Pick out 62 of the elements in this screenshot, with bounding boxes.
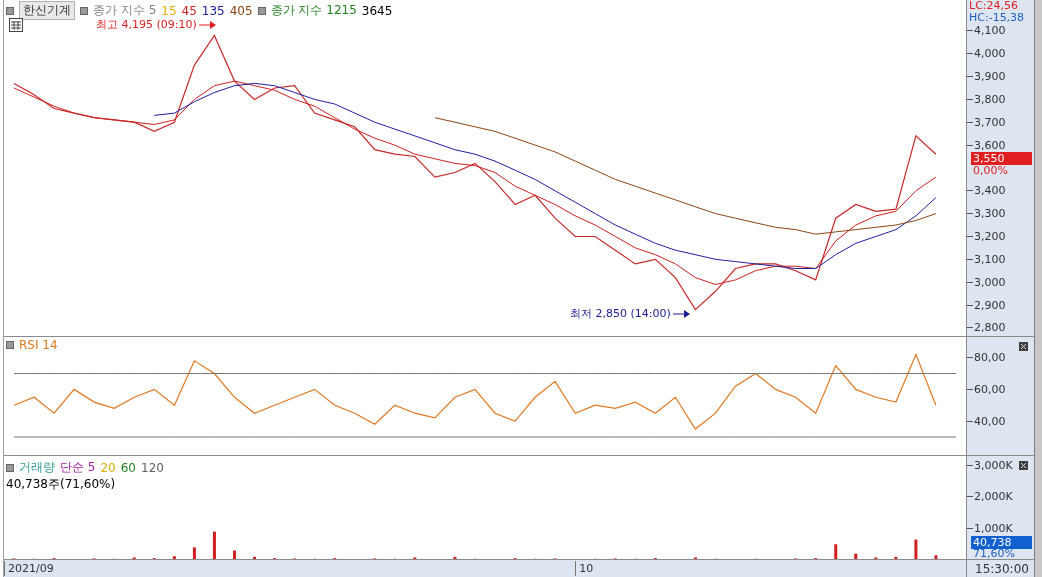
table-icon[interactable] [9, 18, 23, 32]
legend-label: 20 [100, 460, 116, 475]
legend-label: 135 [201, 3, 225, 18]
legend-label: 120 [141, 460, 164, 475]
axis-tick-label: 3,400 [967, 184, 1006, 198]
legend-marker-icon [6, 341, 14, 349]
legend-label: 3645 [361, 3, 393, 18]
volume-bar [854, 553, 858, 559]
volume-tag: 40,738 [971, 536, 1032, 549]
axis-tick-label: 2,900 [967, 298, 1006, 312]
maximize-icon[interactable] [1019, 461, 1028, 470]
volume-ratio-label: 71,60% [973, 548, 1015, 559]
low-price-label: 최저 2,850 (14:00) [570, 306, 671, 321]
maximize-icon[interactable] [1019, 342, 1028, 351]
legend-marker-icon [6, 463, 14, 472]
arrow-right-icon [672, 308, 691, 319]
legend-marker-icon [6, 6, 14, 15]
axis-tick-label: 2,800 [967, 321, 1006, 335]
legend-label: 종가 지수 5 [93, 2, 157, 19]
volume-summary: 40,738주(71,60%) [6, 476, 117, 493]
scrollbar[interactable] [1034, 0, 1042, 577]
axis-tick-label: 3,900 [967, 70, 1006, 84]
legend-label: 거래량 [19, 459, 55, 476]
date-axis-label: 10 [575, 561, 594, 576]
axis-tick-label: 80,00 [967, 351, 1006, 365]
price-tag: 3,550 [971, 152, 1032, 166]
axis-tick-label: 2,000K [967, 490, 1013, 504]
legend-label: 60 [120, 460, 136, 475]
axis-tick-label: 3,800 [967, 92, 1006, 106]
date-axis-label: 2021/09 [4, 561, 54, 576]
axis-tick-label: 1,000K [967, 522, 1013, 535]
legend-label: 405 [229, 3, 253, 18]
axis-tick-label: 3,000 [967, 275, 1006, 289]
axis-tick-label: 60,00 [967, 382, 1006, 396]
volume-bar [192, 547, 196, 559]
time-label: 15:30:00 [974, 561, 1029, 576]
legend-label: 종가 지수 1215 [270, 2, 357, 19]
volume-bar [233, 550, 236, 559]
axis-tick-label: 3,000K [967, 458, 1013, 472]
axis-tick-label: 3,700 [967, 115, 1006, 129]
axis-tick-label: 3,200 [967, 229, 1006, 243]
legend-marker-icon [257, 6, 266, 15]
volume-bar [834, 544, 838, 559]
lc-label: LC:24,56 [968, 0, 1019, 12]
axis-tick-label: 3,600 [967, 138, 1006, 152]
stock-button[interactable]: 한신기계 [19, 1, 75, 20]
arrow-right-icon [198, 19, 217, 30]
legend-marker-icon [80, 6, 88, 15]
axis-tick-label: 3,300 [967, 207, 1006, 221]
volume-bar [914, 539, 918, 559]
hc-label: HC:-15,38 [968, 12, 1026, 24]
volume-bar [212, 531, 216, 559]
axis-tick-label: 40,00 [967, 414, 1006, 428]
axis-tick-label: 4,000 [967, 47, 1006, 61]
legend-label: 단순 5 [60, 459, 96, 476]
high-price-label: 최고 4,195 (09:10) [96, 17, 197, 32]
legend-label: 15 [161, 3, 177, 18]
legend-label: 45 [181, 3, 197, 18]
axis-tick-label: 4,100 [967, 24, 1006, 38]
change-label: 0,00% [973, 165, 1008, 178]
axis-tick-label: 3,100 [967, 252, 1006, 266]
rsi-label: RSI 14 [19, 338, 58, 352]
